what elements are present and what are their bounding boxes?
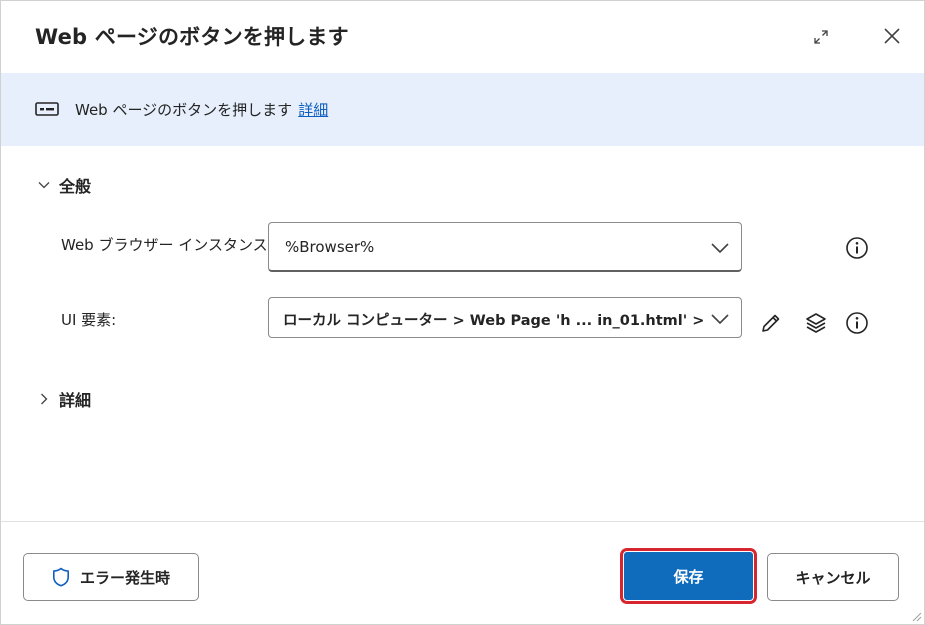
chevron-down-icon [711,243,729,254]
section-detail-label: 詳細 [59,391,92,410]
browser-instance-select[interactable]: %Browser% [268,222,742,272]
ui-element-select[interactable]: ローカル コンピューター > Web Page 'h ... in_01.htm… [268,297,742,338]
section-general-label: 全般 [59,177,92,196]
cancel-button[interactable]: キャンセル [767,553,899,601]
browser-instance-label: Web ブラウザー インスタンス: [61,236,273,254]
info-banner: Web ページのボタンを押します 詳細 [1,73,924,146]
ui-element-info-button[interactable] [842,308,872,338]
resize-grip-icon[interactable] [908,608,922,622]
banner-text: Web ページのボタンを押します 詳細 [75,99,328,120]
button-action-icon [35,102,59,116]
chevron-right-icon [41,393,48,405]
on-error-label: エラー発生時 [79,568,170,587]
expand-button[interactable] [807,23,835,51]
push-button-dialog: Web ページのボタンを押します Web ページのボタンを押します 詳細 全般 W… [0,0,925,625]
expand-icon [814,30,828,44]
section-general-toggle[interactable]: 全般 [37,173,91,197]
banner-description: Web ページのボタンを押します [75,101,293,119]
close-button[interactable] [877,21,907,51]
on-error-button[interactable]: エラー発生時 [23,553,199,601]
info-icon [846,237,868,259]
browser-instance-info-button[interactable] [842,233,872,263]
ui-element-value: ローカル コンピューター > Web Page 'h ... in_01.htm… [283,313,703,329]
ui-element-label: UI 要素: [61,311,117,329]
info-icon [846,312,868,334]
dialog-title: Web ページのボタンを押します [35,25,349,49]
dialog-title-bar: Web ページのボタンを押します [1,1,924,73]
layers-icon [806,313,826,333]
dialog-footer: エラー発生時 保存 キャンセル [1,521,924,625]
browser-instance-value: %Browser% [285,238,375,256]
detail-link[interactable]: 詳細 [298,101,328,119]
pencil-icon [762,314,780,332]
shield-icon [52,567,69,587]
chevron-down-icon [38,182,50,189]
chevron-down-icon [711,314,729,325]
save-button[interactable]: 保存 [620,548,757,604]
select-ui-element-button[interactable] [801,308,831,338]
close-icon [884,28,900,44]
section-detail-toggle[interactable]: 詳細 [37,387,91,411]
edit-ui-element-button[interactable] [756,308,786,338]
